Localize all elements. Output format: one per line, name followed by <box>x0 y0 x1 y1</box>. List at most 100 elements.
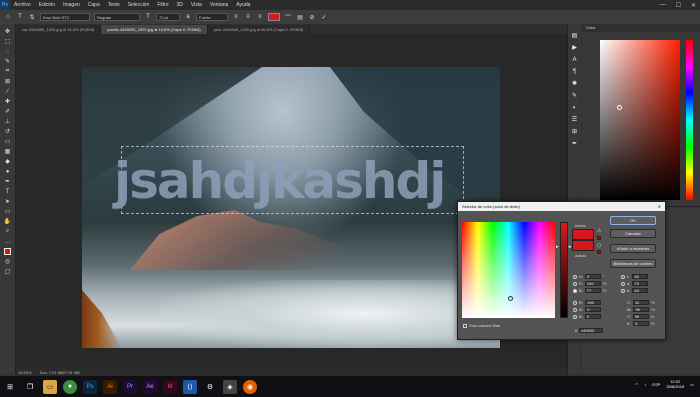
g-input[interactable]: 0 <box>585 307 602 312</box>
network-icon[interactable]: ◠ <box>635 382 639 387</box>
color-panel-field[interactable] <box>600 40 680 200</box>
menu-edicion[interactable]: Edición <box>35 2 59 8</box>
zoom-level[interactable]: 19,63% <box>18 370 32 375</box>
type-tool-icon[interactable]: T <box>3 188 13 195</box>
properties-panel-icon[interactable]: ☰ <box>571 116 579 123</box>
hex-input[interactable]: c40000 <box>579 328 604 333</box>
character-panel-icon-2[interactable]: A <box>571 56 579 63</box>
l-input[interactable]: 46 <box>632 274 649 279</box>
color-panel-picker-marker[interactable] <box>617 105 622 110</box>
clone-stamp-icon[interactable]: ⊥ <box>3 118 13 125</box>
quick-select-tool-icon[interactable]: ✎ <box>3 58 13 65</box>
cancel-edit-icon[interactable]: ⊘ <box>308 13 316 21</box>
start-icon[interactable]: ⊞ <box>3 380 17 394</box>
path-select-tool-icon[interactable]: ➤ <box>3 198 13 205</box>
history-panel-icon[interactable]: ▤ <box>571 32 579 39</box>
menu-capa[interactable]: Capa <box>84 2 104 8</box>
add-to-swatches-button[interactable]: Añadir a muestras <box>610 244 656 253</box>
b-input[interactable]: 77 <box>584 288 601 293</box>
eyedropper-tool-icon[interactable]: ⁄ <box>3 88 13 95</box>
current-color-swatch[interactable] <box>572 240 594 251</box>
menu-filtro[interactable]: Filtro <box>153 2 172 8</box>
rgb-radio-b[interactable] <box>573 314 577 319</box>
c-input[interactable]: 11 <box>633 300 649 305</box>
gradient-tool-icon[interactable]: ▦ <box>3 148 13 155</box>
y-input[interactable]: 99 <box>632 314 649 319</box>
antialias-select[interactable]: Fuerte <box>196 13 228 21</box>
quick-mask-icon[interactable]: ◎ <box>3 258 13 265</box>
h-input[interactable]: 0 <box>585 274 601 279</box>
color-slider[interactable] <box>560 222 568 318</box>
notifications-icon[interactable]: ▭ <box>690 382 694 387</box>
ok-button[interactable]: OK <box>610 216 656 225</box>
type-tool-preset-icon[interactable]: T <box>16 13 24 21</box>
font-size-select[interactable]: 72 pt <box>156 13 180 21</box>
dodge-tool-icon[interactable]: ● <box>3 168 13 175</box>
adjustments-panel-icon[interactable]: ◐ <box>571 104 579 111</box>
marquee-tool-icon[interactable]: ⬚ <box>3 38 13 45</box>
color-panel-hue-slider[interactable] <box>686 40 693 200</box>
chrome-icon[interactable]: ● <box>63 379 77 394</box>
web-colors-checkbox[interactable] <box>463 323 467 328</box>
align-center-icon[interactable]: ≡ <box>244 13 252 21</box>
slider-handle-left-icon[interactable]: ▸ <box>556 244 559 250</box>
lasso-tool-icon[interactable]: ◌ <box>3 48 13 55</box>
after-effects-taskbar-icon[interactable]: Ae <box>143 379 157 394</box>
hsb-radio-h[interactable] <box>573 274 577 279</box>
tab-pacific[interactable]: pacific-4430530_1920.jpg al 19,6% (Capa … <box>101 25 208 34</box>
blur-tool-icon[interactable]: ◆ <box>3 158 13 165</box>
web-safe-color-swatch[interactable] <box>597 250 601 254</box>
out-of-gamut-warning-icon[interactable]: ⚠ <box>597 228 601 234</box>
font-family-select[interactable]: Erse Bold STC <box>40 13 90 21</box>
menu-3d[interactable]: 3D <box>173 2 187 8</box>
settings-taskbar-icon[interactable]: ⚙ <box>203 380 217 394</box>
commit-edit-icon[interactable]: ✓ <box>320 13 328 21</box>
language-indicator[interactable]: ESP <box>652 382 660 387</box>
menu-imagen[interactable]: Imagen <box>59 2 84 8</box>
frame-tool-icon[interactable]: ⊠ <box>3 78 13 85</box>
illustrator-taskbar-icon[interactable]: Ai <box>103 379 117 394</box>
tab-cat[interactable]: cat-2528855_1920.jpg al 34,5% (RGB/8) <box>16 25 102 34</box>
menu-seleccion[interactable]: Selección <box>124 2 154 8</box>
m-input[interactable]: 99 <box>633 307 650 312</box>
k-input[interactable]: 3 <box>632 321 649 326</box>
warp-text-icon[interactable]: ⌒ <box>284 13 292 22</box>
color-field[interactable] <box>462 222 555 318</box>
text-color-swatch[interactable] <box>268 13 280 21</box>
slider-handle-right-icon[interactable]: ◂ <box>568 244 571 250</box>
indesign-taskbar-icon[interactable]: Id <box>163 379 177 394</box>
hand-tool-icon[interactable]: ✋ <box>3 218 13 225</box>
brushes-panel-icon[interactable]: ✎ <box>571 92 579 99</box>
dialog-close-button[interactable]: ✕ <box>658 204 661 209</box>
screen-mode-icon[interactable]: ▢ <box>3 268 13 275</box>
align-right-icon[interactable]: ≡ <box>256 13 264 21</box>
lab-radio-b[interactable] <box>621 288 625 293</box>
menu-texto[interactable]: Texto <box>104 2 124 8</box>
color-field-marker[interactable] <box>508 296 513 301</box>
rectangle-tool-icon[interactable]: ▭ <box>3 208 13 215</box>
rgb-b-input[interactable]: 0 <box>584 314 601 319</box>
lab-b-input[interactable]: 64 <box>632 288 649 293</box>
rgb-radio-r[interactable] <box>573 300 577 305</box>
s-input[interactable]: 100 <box>584 281 601 286</box>
close-button[interactable]: ✕ <box>691 2 696 9</box>
pen-tool-icon[interactable]: ✒ <box>3 178 13 185</box>
healing-brush-icon[interactable]: ✚ <box>3 98 13 105</box>
paragraph-panel-icon[interactable]: ¶ <box>571 68 579 75</box>
rgb-radio-g[interactable] <box>573 307 577 312</box>
history-brush-icon[interactable]: ↺ <box>3 128 13 135</box>
minimize-button[interactable]: — <box>660 2 666 8</box>
zoom-tool-icon[interactable]: ⌕ <box>3 228 13 235</box>
photoshop-taskbar-icon[interactable]: Ps <box>83 379 97 394</box>
menu-ventana[interactable]: Ventana <box>206 2 232 8</box>
task-view-icon[interactable]: ❐ <box>23 380 37 394</box>
eraser-tool-icon[interactable]: ▭ <box>3 138 13 145</box>
brush-settings-icon[interactable]: ✺ <box>571 80 579 87</box>
hsb-radio-s[interactable] <box>573 281 577 286</box>
foreground-color-icon[interactable] <box>3 248 13 255</box>
move-tool-icon[interactable]: ✥ <box>3 28 13 35</box>
color-libraries-button[interactable]: Bibliotecas de colores <box>610 259 656 268</box>
text-orientation-icon[interactable]: ⇅ <box>28 13 36 21</box>
crop-tool-icon[interactable]: ⌗ <box>3 68 13 75</box>
font-style-select[interactable]: Regular <box>94 13 140 21</box>
